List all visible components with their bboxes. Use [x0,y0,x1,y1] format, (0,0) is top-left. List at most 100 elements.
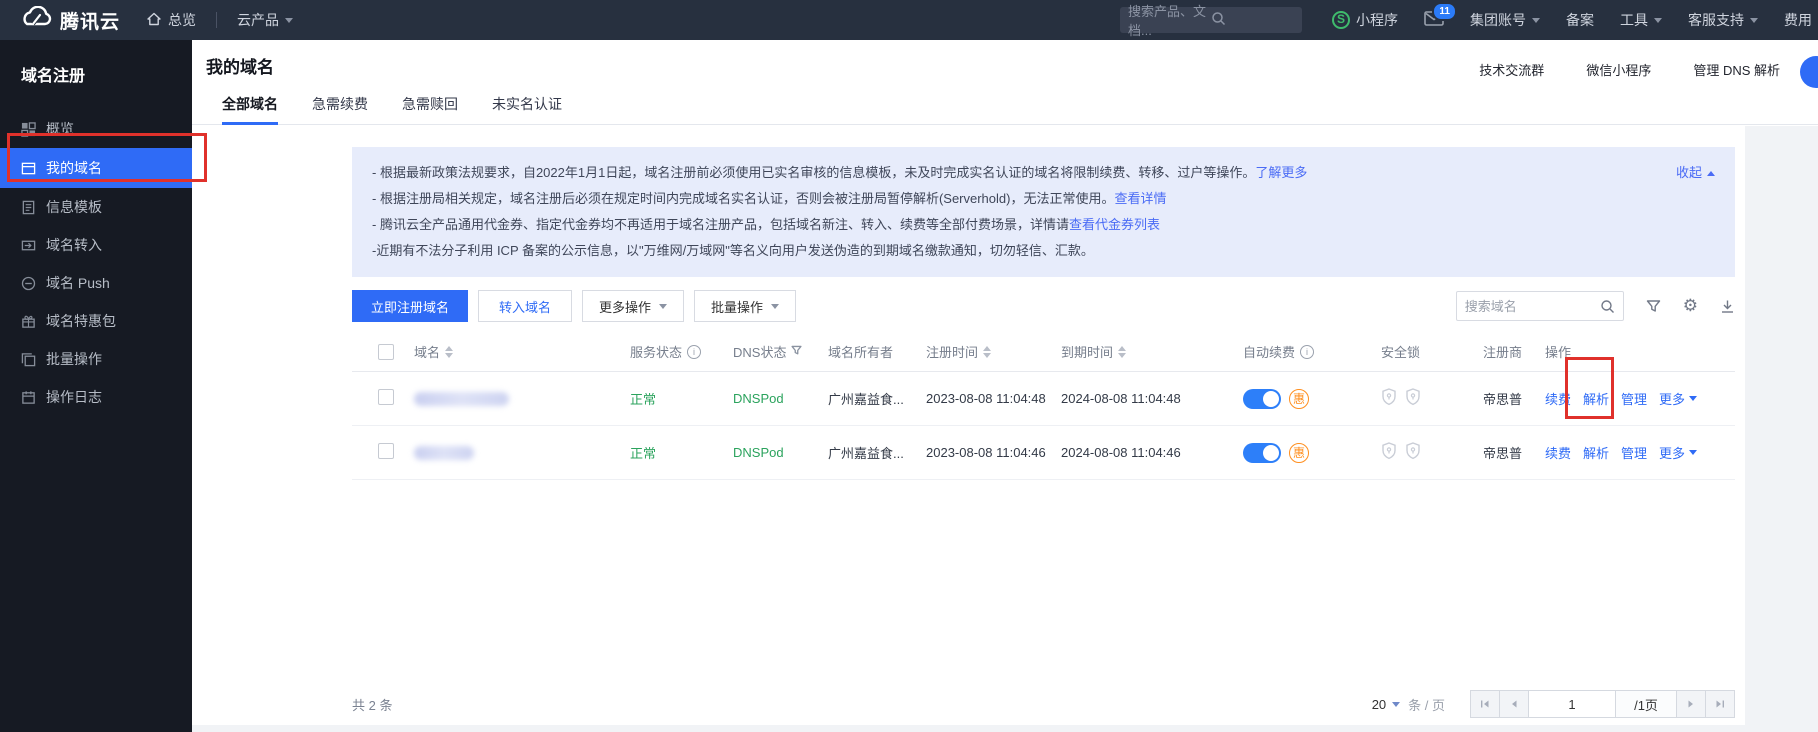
sort-icon[interactable] [1118,342,1126,362]
chevron-down-icon [1654,18,1662,27]
select-all-checkbox[interactable] [378,344,394,360]
per-page-label: 条 / 页 [1408,695,1445,714]
promo-badge[interactable]: 惠 [1289,389,1309,409]
link-tech-group[interactable]: 技术交流群 [1479,60,1544,79]
renew-link[interactable]: 续费 [1545,389,1571,408]
page-number-input[interactable] [1528,690,1616,718]
domain-search-input[interactable] [1465,299,1600,314]
nav-tools[interactable]: 工具 [1620,10,1662,30]
security-lock-icon[interactable] [1405,442,1421,463]
sidebar-item-operation-log[interactable]: 操作日志 [0,378,192,416]
sidebar-item-overview[interactable]: 概览 [0,110,192,148]
tab-renew-soon[interactable]: 急需续费 [312,85,368,125]
renew-link[interactable]: 续费 [1545,443,1571,462]
more-link[interactable]: 更多 [1659,443,1697,462]
service-status: 正常 [630,389,733,408]
tab-unverified[interactable]: 未实名认证 [492,85,562,125]
row-checkbox[interactable] [378,443,394,459]
domain-owner: 广州嘉益食... [828,443,926,462]
security-lock-icon[interactable] [1405,388,1421,409]
message-count-badge: 11 [1432,2,1457,21]
info-icon[interactable]: i [687,345,701,359]
next-page-button[interactable] [1676,690,1706,718]
info-icon[interactable]: i [1300,345,1314,359]
link-learn-more[interactable]: 了解更多 [1255,165,1307,180]
filter-icon[interactable] [1646,299,1661,314]
total-pages-label: /1页 [1615,690,1677,718]
sidebar-item-my-domains[interactable]: 我的域名 [0,148,192,188]
domain-name-redacted[interactable] [414,392,509,406]
domain-name-redacted[interactable] [414,446,474,460]
messages-button[interactable]: 11 [1424,11,1444,29]
nav-billing[interactable]: 费用 [1784,10,1812,30]
manage-link[interactable]: 管理 [1621,443,1647,462]
grid-icon [21,122,36,137]
security-lock-icon[interactable] [1381,388,1397,409]
topbar: 腾讯云 总览 云产品 搜索产品、文档... 小程序 11 集团账号 [0,0,1818,40]
group-account-menu[interactable]: 集团账号 [1470,10,1540,30]
nav-support[interactable]: 客服支持 [1688,10,1758,30]
chevron-down-icon [1532,18,1540,27]
gear-icon[interactable]: ⚙ [1683,298,1698,314]
row-checkbox[interactable] [378,389,394,405]
chevron-up-icon [1707,167,1715,176]
main-content: 我的域名 技术交流群 微信小程序 管理 DNS 解析 全部域名 急需续费 急需赎… [192,40,1818,732]
dns-resolve-link[interactable]: 解析 [1583,389,1609,408]
collapse-notice-button[interactable]: 收起 [1676,160,1715,186]
floating-help-button[interactable] [1800,56,1818,88]
domain-search-box[interactable] [1456,291,1624,321]
sidebar-item-domain-push[interactable]: 域名 Push [0,264,192,302]
sort-icon[interactable] [445,342,453,362]
page-size-select[interactable]: 20 [1372,697,1400,712]
manage-link[interactable]: 管理 [1621,389,1647,408]
tab-redeem-soon[interactable]: 急需赎回 [402,85,458,125]
sidebar-item-special-offer[interactable]: 域名特惠包 [0,302,192,340]
transfer-domain-button[interactable]: 转入域名 [478,290,572,322]
chevron-down-icon [659,304,667,313]
link-wechat-mini[interactable]: 微信小程序 [1586,60,1651,79]
brand-logo[interactable]: 腾讯云 [0,6,146,34]
registration-time: 2023-08-08 11:04:46 [926,445,1061,460]
last-page-button[interactable] [1705,690,1735,718]
more-link[interactable]: 更多 [1659,389,1697,408]
divider [216,12,217,28]
first-page-button[interactable] [1470,690,1500,718]
global-search-input[interactable]: 搜索产品、文档... [1120,7,1302,33]
nav-cloud-products[interactable]: 云产品 [237,10,293,30]
row-operations: 续费 解析 管理 更多 [1545,443,1735,462]
nav-beian[interactable]: 备案 [1566,10,1594,30]
link-manage-dns[interactable]: 管理 DNS 解析 [1693,60,1780,79]
expiration-time: 2024-08-08 11:04:48 [1061,391,1243,406]
auto-renew-toggle[interactable] [1243,443,1281,463]
register-domain-button[interactable]: 立即注册域名 [352,290,468,322]
pager-buttons: /1页 [1471,690,1735,718]
nav-overview[interactable]: 总览 [146,10,196,30]
domains-table: 域名 服务状态i DNS状态 域名所有者 注册时间 到期时间 自动续费i 安全锁… [352,332,1735,480]
more-operations-dropdown[interactable]: 更多操作 [582,290,684,322]
topbar-right: 小程序 11 集团账号 备案 工具 客服支持 费用 [1302,10,1818,30]
mini-program-icon [1332,11,1350,29]
calendar-icon [21,390,36,405]
download-icon[interactable] [1720,299,1735,314]
domain-owner: 广州嘉益食... [828,389,926,408]
promo-badge[interactable]: 惠 [1289,443,1309,463]
tab-all-domains[interactable]: 全部域名 [222,85,278,125]
page-background-gutter [1745,126,1818,732]
toolbar-right-group: ⚙ [1456,291,1735,321]
link-voucher-list[interactable]: 查看代金券列表 [1069,217,1160,232]
search-icon[interactable] [1600,299,1615,314]
mini-program-entry[interactable]: 小程序 [1332,10,1398,30]
security-lock-icon[interactable] [1381,442,1397,463]
filter-icon[interactable] [791,344,802,359]
notice-line: -近期有不法分子利用 ICP 备案的公示信息，以"万维网/万域网"等名义向用户发… [372,238,1715,264]
sidebar-item-info-template[interactable]: 信息模板 [0,188,192,226]
sidebar-item-domain-transfer[interactable]: 域名转入 [0,226,192,264]
sort-icon[interactable] [983,342,991,362]
sidebar-item-batch-operations[interactable]: 批量操作 [0,340,192,378]
link-view-details[interactable]: 查看详情 [1114,191,1166,206]
auto-renew-toggle[interactable] [1243,389,1281,409]
prev-page-button[interactable] [1499,690,1529,718]
batch-operations-dropdown[interactable]: 批量操作 [694,290,796,322]
dns-resolve-link[interactable]: 解析 [1583,443,1609,462]
registrar: 帝思普 [1483,443,1545,462]
